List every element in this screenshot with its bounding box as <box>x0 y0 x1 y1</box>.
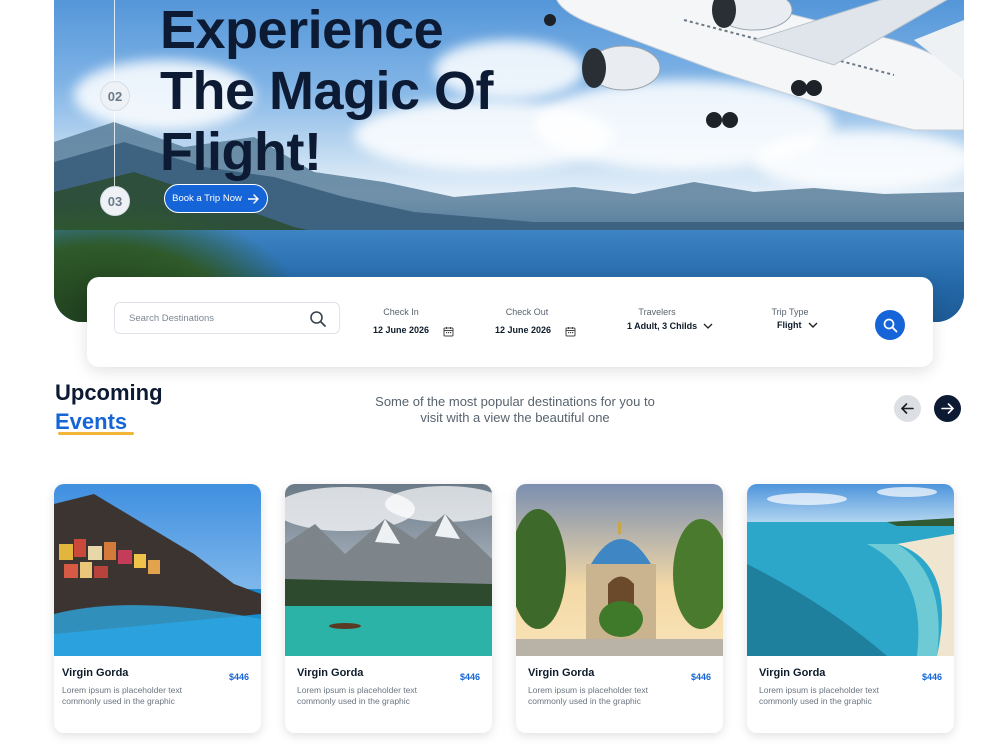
hero-title-line-2: The Magic Of <box>160 61 494 121</box>
travelers-value: 1 Adult, 3 Childs <box>627 321 698 331</box>
section-title-line-1: Upcoming <box>55 380 163 405</box>
trip-type-value-row[interactable]: Flight <box>777 320 818 330</box>
book-trip-button[interactable]: Book a Trip Now <box>164 184 268 213</box>
check-out-field[interactable]: Check Out <box>492 307 562 317</box>
airplane-icon <box>544 0 964 131</box>
travelers-label: Travelers <box>638 307 676 317</box>
step-indicator-03[interactable]: 03 <box>100 186 130 216</box>
hero-title-line-3: Flight! <box>160 122 322 182</box>
travelers-value-row[interactable]: 1 Adult, 3 Childs <box>627 321 713 331</box>
arrow-right-icon <box>247 193 259 204</box>
destination-card[interactable]: Virgin Gorda $446 Lorem ipsum is placeho… <box>516 484 723 733</box>
trip-type-label: Trip Type <box>771 307 809 317</box>
card-description: Lorem ipsum is placeholder text commonly… <box>297 685 418 706</box>
card-title: Virgin Gorda <box>759 667 826 679</box>
destination-card[interactable]: Virgin Gorda $446 Lorem ipsum is placeho… <box>54 484 261 733</box>
trip-type-field[interactable]: Trip Type <box>762 307 818 317</box>
card-price: $446 <box>459 672 480 682</box>
check-in-label: Check In <box>383 307 419 317</box>
card-title: Virgin Gorda <box>297 667 364 679</box>
search-icon[interactable] <box>309 310 327 328</box>
card-image-coastal-village <box>54 484 261 656</box>
check-out-label: Check Out <box>505 307 549 317</box>
booking-search-bar: Check In 12 June 2026 Check Out 12 June … <box>87 277 933 367</box>
card-title: Virgin Gorda <box>62 667 129 679</box>
section-subtitle: Some of the most popular destinations fo… <box>375 394 655 425</box>
check-in-value-row[interactable]: 12 June 2026 <box>373 322 454 337</box>
carousel-prev-button[interactable] <box>894 395 921 422</box>
hero-title-line-1: Experience <box>160 0 444 60</box>
search-submit-button[interactable] <box>875 310 905 340</box>
card-description: Lorem ipsum is placeholder text commonly… <box>62 685 183 706</box>
check-out-value: 12 June 2026 <box>495 324 552 335</box>
calendar-icon[interactable] <box>565 326 576 337</box>
travelers-field[interactable]: Travelers <box>622 307 692 317</box>
card-price: $446 <box>690 672 711 682</box>
search-destinations-box[interactable] <box>114 302 340 334</box>
hero-title: Experience The Magic Of Flight! <box>160 0 494 183</box>
card-title: Virgin Gorda <box>528 667 595 679</box>
card-description: Lorem ipsum is placeholder text commonly… <box>759 685 880 706</box>
card-image-tropical-beach <box>747 484 954 656</box>
title-underline <box>58 432 134 435</box>
search-icon <box>883 318 897 332</box>
arrow-left-icon <box>901 403 914 414</box>
trip-type-value: Flight <box>777 320 802 330</box>
search-destinations-input[interactable] <box>129 303 299 333</box>
chevron-down-icon[interactable] <box>808 322 818 329</box>
arrow-right-icon <box>941 403 954 414</box>
check-in-value: 12 June 2026 <box>373 324 430 335</box>
destination-card[interactable]: Virgin Gorda $446 Lorem ipsum is placeho… <box>285 484 492 733</box>
book-trip-label: Book a Trip Now <box>172 193 242 204</box>
card-image-mountain-lake <box>285 484 492 656</box>
card-price: $446 <box>921 672 942 682</box>
check-in-field[interactable]: Check In <box>369 307 433 317</box>
carousel-next-button[interactable] <box>934 395 961 422</box>
card-description: Lorem ipsum is placeholder text commonly… <box>528 685 649 706</box>
chevron-down-icon[interactable] <box>703 323 713 330</box>
destination-card[interactable]: Virgin Gorda $446 Lorem ipsum is placeho… <box>747 484 954 733</box>
card-price: $446 <box>228 672 249 682</box>
card-image-mosque <box>516 484 723 656</box>
check-out-value-row[interactable]: 12 June 2026 <box>495 322 576 337</box>
calendar-icon[interactable] <box>443 326 454 337</box>
step-indicator-02[interactable]: 02 <box>100 81 130 111</box>
